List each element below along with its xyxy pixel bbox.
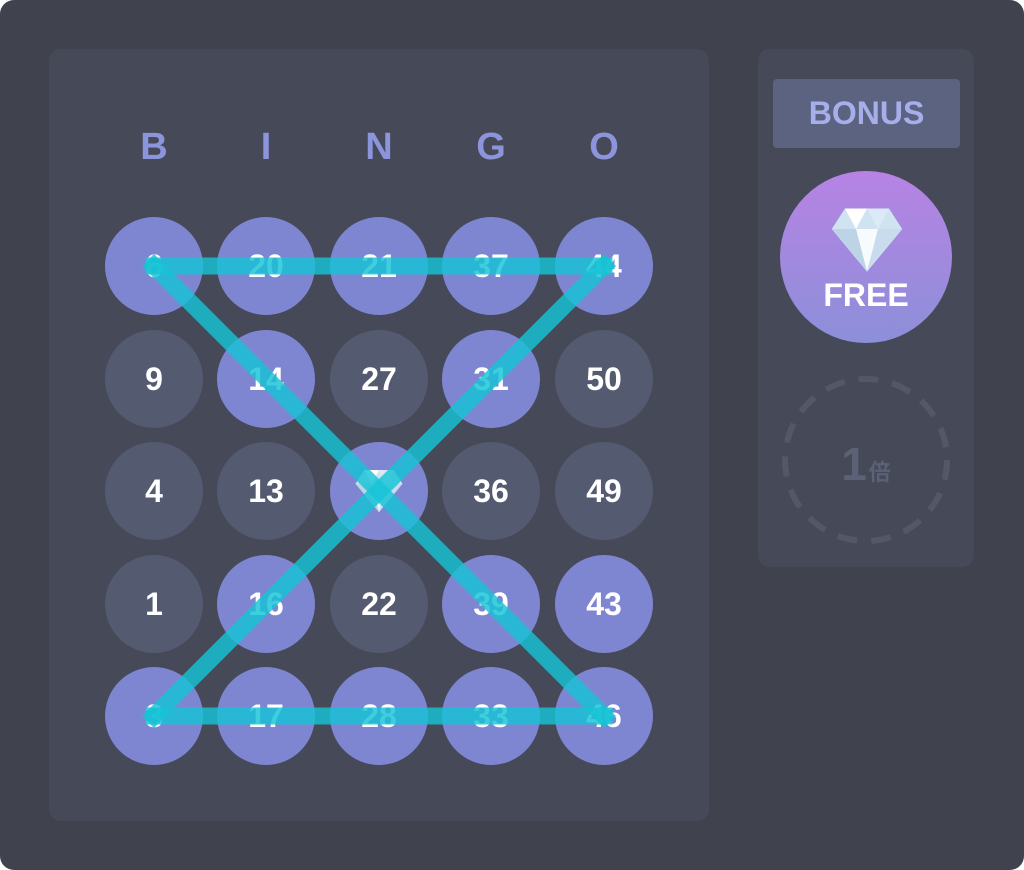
cell-number: 9 <box>145 360 163 397</box>
bingo-cell-14[interactable]: 14 <box>217 330 315 428</box>
cell-number: 21 <box>361 247 397 284</box>
bingo-cell-39[interactable]: 39 <box>442 555 540 653</box>
cell-number: 16 <box>248 585 284 622</box>
bingo-cell-43[interactable]: 43 <box>555 555 653 653</box>
bingo-cell-1[interactable]: 1 <box>105 555 203 653</box>
bingo-cell-31[interactable]: 31 <box>442 330 540 428</box>
multiplier-unit: 倍 <box>868 460 891 485</box>
cell-number: 4 <box>145 472 163 509</box>
cell-number: 1 <box>145 585 163 622</box>
bingo-cell-37[interactable]: 37 <box>442 217 540 315</box>
bingo-cell-22[interactable]: 22 <box>330 555 428 653</box>
cell-number: 33 <box>473 697 509 734</box>
bingo-cell-3[interactable]: 3 <box>105 667 203 765</box>
cell-number: 49 <box>586 472 622 509</box>
bingo-cell-4[interactable]: 4 <box>105 442 203 540</box>
multiplier-value: 1 <box>841 438 867 490</box>
bingo-cell-21[interactable]: 21 <box>330 217 428 315</box>
cell-number: 43 <box>586 585 622 622</box>
diamond-icon <box>355 469 403 513</box>
bingo-cell-20[interactable]: 20 <box>217 217 315 315</box>
cell-number: 46 <box>586 697 622 734</box>
multiplier-text: 1倍 <box>781 437 951 491</box>
cell-number: 14 <box>248 360 284 397</box>
cell-number: 17 <box>248 697 284 734</box>
bingo-cell-free[interactable] <box>330 442 428 540</box>
bingo-game: BINGO 6 20 21 37 44 9 14 27 31 50 4 13 36 49 1 16 22 39 43… <box>0 0 1024 870</box>
multiplier-indicator: 1倍 <box>781 375 951 545</box>
cell-number: 50 <box>586 360 622 397</box>
cell-number: 39 <box>473 585 509 622</box>
cell-number: 3 <box>145 697 163 734</box>
header-letter-b: B <box>140 126 168 168</box>
bingo-cell-27[interactable]: 27 <box>330 330 428 428</box>
header-letter-n: N <box>365 126 393 168</box>
bingo-cell-44[interactable]: 44 <box>555 217 653 315</box>
cell-number: 20 <box>248 247 284 284</box>
header-letter-g: G <box>476 126 506 168</box>
bingo-cell-50[interactable]: 50 <box>555 330 653 428</box>
bingo-cell-46[interactable]: 46 <box>555 667 653 765</box>
diamond-icon <box>831 208 903 272</box>
cell-number: 6 <box>145 247 163 284</box>
bonus-label: BONUS <box>773 79 960 148</box>
bingo-cell-6[interactable]: 6 <box>105 217 203 315</box>
cell-number: 22 <box>361 585 397 622</box>
bingo-cell-36[interactable]: 36 <box>442 442 540 540</box>
bingo-cell-33[interactable]: 33 <box>442 667 540 765</box>
cell-number: 28 <box>361 697 397 734</box>
header-letter-o: O <box>589 126 619 168</box>
bingo-cell-13[interactable]: 13 <box>217 442 315 540</box>
bingo-cell-16[interactable]: 16 <box>217 555 315 653</box>
free-bonus-token[interactable]: FREE <box>780 171 952 343</box>
cell-number: 36 <box>473 472 509 509</box>
cell-number: 44 <box>586 247 622 284</box>
bingo-cell-9[interactable]: 9 <box>105 330 203 428</box>
cell-number: 31 <box>473 360 509 397</box>
header-letter-i: I <box>260 126 272 168</box>
bingo-cell-49[interactable]: 49 <box>555 442 653 540</box>
cell-number: 37 <box>473 247 509 284</box>
free-label: FREE <box>823 277 909 313</box>
cell-number: 27 <box>361 360 397 397</box>
bingo-cell-17[interactable]: 17 <box>217 667 315 765</box>
bingo-cell-28[interactable]: 28 <box>330 667 428 765</box>
cell-number: 13 <box>248 472 284 509</box>
